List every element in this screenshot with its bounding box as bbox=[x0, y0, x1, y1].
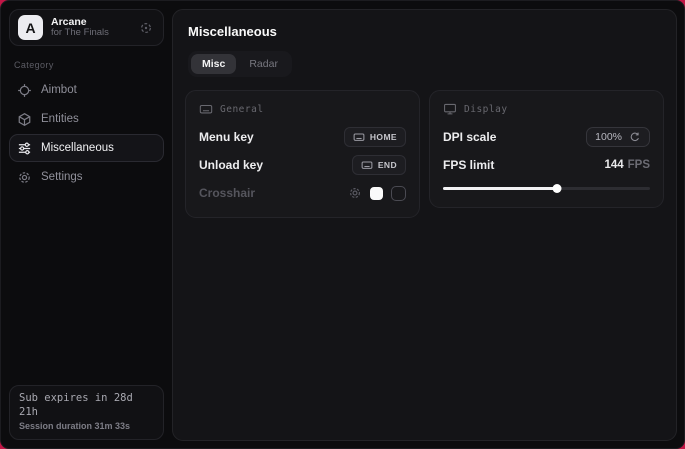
menu-key-value: HOME bbox=[370, 132, 397, 142]
unload-key-value: END bbox=[378, 160, 397, 170]
keyboard-icon bbox=[199, 102, 213, 116]
sidebar-nav: Aimbot Entities bbox=[9, 76, 164, 191]
sidebar-item-label: Aimbot bbox=[41, 84, 77, 96]
gear-icon bbox=[17, 170, 32, 185]
app-meta: Arcane for The Finals bbox=[51, 16, 129, 39]
color-swatch[interactable] bbox=[370, 187, 383, 200]
gear-icon[interactable] bbox=[347, 186, 362, 201]
app-header-card: A Arcane for The Finals bbox=[9, 9, 164, 46]
subscription-expiry: Sub expires in 28d 21h bbox=[19, 392, 154, 419]
menu-key-label: Menu key bbox=[199, 130, 254, 144]
fps-unit: FPS bbox=[628, 159, 650, 171]
slider-handle[interactable] bbox=[552, 184, 561, 193]
crosshair-row: Crosshair bbox=[199, 182, 406, 204]
sidebar-spacer bbox=[9, 191, 164, 385]
app-subtitle: for The Finals bbox=[51, 28, 129, 39]
keyboard-icon bbox=[361, 159, 373, 171]
unload-key-row: Unload key END bbox=[199, 154, 406, 176]
display-card: Display DPI scale 100% bbox=[429, 90, 664, 208]
display-card-title: Display bbox=[464, 104, 508, 115]
sync-icon[interactable] bbox=[137, 19, 155, 37]
sidebar: A Arcane for The Finals Category bbox=[1, 1, 172, 448]
display-card-header: Display bbox=[443, 102, 650, 116]
crosshair-label: Crosshair bbox=[199, 186, 255, 200]
fps-limit-value: 144 FPS bbox=[604, 159, 650, 171]
refresh-icon bbox=[629, 131, 641, 143]
general-card: General Menu key HOME bbox=[185, 90, 420, 218]
sidebar-item-miscellaneous[interactable]: Miscellaneous bbox=[9, 134, 164, 162]
tab-bar: Misc Radar bbox=[188, 51, 292, 77]
fps-limit-label: FPS limit bbox=[443, 158, 494, 172]
crosshair-icon bbox=[17, 83, 32, 98]
page-title: Miscellaneous bbox=[188, 24, 664, 39]
tab-misc[interactable]: Misc bbox=[191, 54, 236, 74]
subscription-card: Sub expires in 28d 21h Session duration … bbox=[9, 385, 164, 440]
fps-number: 144 bbox=[604, 159, 623, 171]
general-card-header: General bbox=[199, 102, 406, 116]
fps-limit-slider[interactable] bbox=[443, 182, 650, 194]
app-logo: A bbox=[18, 15, 43, 40]
slider-fill bbox=[443, 187, 557, 190]
dpi-scale-label: DPI scale bbox=[443, 130, 496, 144]
fps-limit-row: FPS limit 144 FPS bbox=[443, 154, 650, 176]
tab-radar[interactable]: Radar bbox=[238, 54, 289, 74]
sidebar-item-entities[interactable]: Entities bbox=[9, 105, 164, 133]
main-panel: Miscellaneous Misc Radar General bbox=[172, 9, 677, 441]
keyboard-icon bbox=[353, 131, 365, 143]
crosshair-controls bbox=[347, 186, 406, 201]
unload-key-label: Unload key bbox=[199, 158, 263, 172]
category-label: Category bbox=[14, 60, 164, 70]
crosshair-checkbox[interactable] bbox=[391, 186, 406, 201]
general-card-title: General bbox=[220, 104, 264, 115]
unload-key-button[interactable]: END bbox=[352, 155, 406, 175]
sidebar-item-aimbot[interactable]: Aimbot bbox=[9, 76, 164, 104]
cube-icon bbox=[17, 112, 32, 127]
settings-cards: General Menu key HOME bbox=[185, 90, 664, 218]
dpi-scale-row: DPI scale 100% bbox=[443, 126, 650, 148]
menu-key-row: Menu key HOME bbox=[199, 126, 406, 148]
dpi-scale-button[interactable]: 100% bbox=[586, 127, 650, 147]
sidebar-item-label: Settings bbox=[41, 171, 83, 183]
dpi-scale-value: 100% bbox=[595, 131, 622, 143]
sidebar-item-settings[interactable]: Settings bbox=[9, 163, 164, 191]
app-window: A Arcane for The Finals Category bbox=[0, 0, 685, 449]
sidebar-item-label: Entities bbox=[41, 113, 79, 125]
sliders-icon bbox=[17, 141, 32, 156]
session-duration: Session duration 31m 33s bbox=[19, 421, 154, 433]
sidebar-item-label: Miscellaneous bbox=[41, 142, 114, 154]
menu-key-button[interactable]: HOME bbox=[344, 127, 406, 147]
monitor-icon bbox=[443, 102, 457, 116]
